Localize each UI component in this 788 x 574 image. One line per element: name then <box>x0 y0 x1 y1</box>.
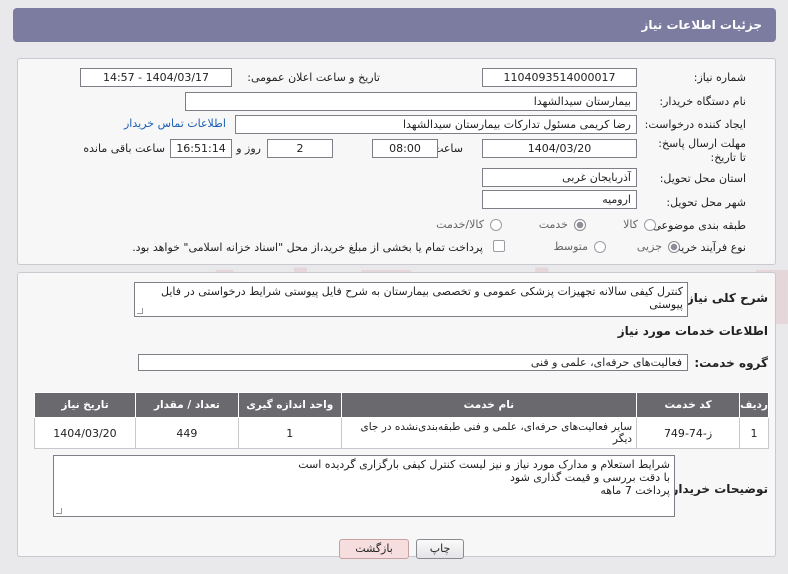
table-row: 1 ز-74-749 سایر فعالیت‌های حرفه‌ای، علمی… <box>34 417 769 449</box>
description-text: کنترل کیفی سالانه تجهیزات پزشکی عمومی و … <box>161 285 683 311</box>
notes-line: پرداخت 7 ماهه <box>600 484 670 497</box>
buyer-contact-link[interactable]: اطلاعات تماس خریدار <box>124 117 226 130</box>
deadline-time-field: 08:00 <box>372 139 438 158</box>
radio-label: کالا <box>623 218 638 231</box>
category-radio-goods[interactable]: کالا <box>596 218 656 234</box>
remaining-time-field: 16:51:14 <box>170 139 232 158</box>
deadline-label: مهلت ارسال پاسخ: تا تاریخ: <box>658 137 746 165</box>
city-field: ارومیه <box>482 190 637 209</box>
services-table: ردیف کد خدمت نام خدمت واحد اندازه گیری ت… <box>34 392 769 449</box>
category-label: طبقه بندی موضوعی: <box>648 219 746 232</box>
description-label: شرح کلی نیاز: <box>682 291 768 305</box>
remaining-label: ساعت باقی مانده <box>83 142 165 155</box>
process-radio-medium[interactable]: متوسط <box>530 240 606 256</box>
cell-unit: 1 <box>237 417 342 449</box>
remaining-days-field: 2 <box>267 139 333 158</box>
notes-line: شرایط استعلام و مدارک مورد نیاز و نیز لی… <box>298 458 670 471</box>
need-number-field: 1104093514000017 <box>482 68 637 87</box>
print-button[interactable]: چاپ <box>416 539 464 559</box>
days-label: روز و <box>236 142 261 155</box>
city-label: شهر محل تحویل: <box>666 196 746 209</box>
col-code: کد خدمت <box>636 392 741 418</box>
service-group-label: گروه خدمت: <box>694 356 768 370</box>
cell-code: ز-74-749 <box>636 417 741 449</box>
notes-line: با دقت بررسی و قیمت گذاری شود <box>509 471 670 484</box>
announce-field: 1404/03/17 - 14:57 <box>80 68 232 87</box>
radio-circle[interactable] <box>490 219 502 231</box>
cell-qty: 449 <box>134 417 239 449</box>
col-qty: تعداد / مقدار <box>134 392 239 418</box>
category-radio-goods-service[interactable]: کالا/خدمت <box>412 218 502 234</box>
buyer-org-label: نام دستگاه خریدار: <box>659 95 746 108</box>
process-radio-minor[interactable]: جزیی <box>620 240 680 256</box>
resize-handle[interactable] <box>137 308 143 314</box>
col-row: ردیف <box>739 392 769 418</box>
col-name: نام خدمت <box>340 392 638 418</box>
table-header-row: ردیف کد خدمت نام خدمت واحد اندازه گیری ت… <box>34 392 769 418</box>
creator-label: ایجاد کننده درخواست: <box>644 118 746 131</box>
back-button[interactable]: بازگشت <box>339 539 409 559</box>
col-date: تاریخ نیاز <box>34 392 136 418</box>
announce-label: تاریخ و ساعت اعلان عمومی: <box>247 71 380 84</box>
need-number-label: شماره نیاز: <box>693 71 746 84</box>
deadline-date-field: 1404/03/20 <box>482 139 637 158</box>
radio-label: متوسط <box>553 240 588 253</box>
buyer-org-field: بیمارستان سیدالشهدا <box>185 92 637 111</box>
treasury-checkbox[interactable] <box>493 240 505 252</box>
radio-circle[interactable] <box>594 241 606 253</box>
cell-date: 1404/03/20 <box>34 417 136 449</box>
cell-row: 1 <box>739 417 769 449</box>
treasury-note: پرداخت تمام یا بخشی از مبلغ خرید،از محل … <box>132 241 483 254</box>
creator-field: رضا کریمی مسئول تدارکات بیمارستان سیدالش… <box>235 115 637 134</box>
page-title: جزئیات اطلاعات نیاز <box>641 18 762 32</box>
buyer-notes-textarea: شرایط استعلام و مدارک مورد نیاز و نیز لی… <box>53 455 675 517</box>
province-label: استان محل تحویل: <box>659 172 746 185</box>
buyer-notes-label: توضیحات خریدار: <box>666 482 768 496</box>
service-group-field: فعالیت‌های حرفه‌ای، علمی و فنی <box>138 354 688 371</box>
resize-handle[interactable] <box>56 508 62 514</box>
radio-label: کالا/خدمت <box>436 218 484 231</box>
services-section-title: اطلاعات خدمات مورد نیاز <box>617 324 768 338</box>
radio-label: خدمت <box>538 218 568 231</box>
description-textarea: کنترل کیفی سالانه تجهیزات پزشکی عمومی و … <box>134 282 688 317</box>
radio-circle-selected[interactable] <box>574 219 586 231</box>
radio-label: جزیی <box>636 240 662 253</box>
col-unit: واحد اندازه گیری <box>237 392 342 418</box>
cell-name: سایر فعالیت‌های حرفه‌ای، علمی و فنی طبقه… <box>340 417 638 449</box>
deadline-label-text: مهلت ارسال پاسخ: تا تاریخ: <box>658 137 746 164</box>
radio-circle-selected[interactable] <box>668 241 680 253</box>
page-header: جزئیات اطلاعات نیاز <box>13 8 776 42</box>
category-radio-service[interactable]: خدمت <box>510 218 586 234</box>
province-field: آذربایجان غربی <box>482 168 637 187</box>
radio-circle[interactable] <box>644 219 656 231</box>
